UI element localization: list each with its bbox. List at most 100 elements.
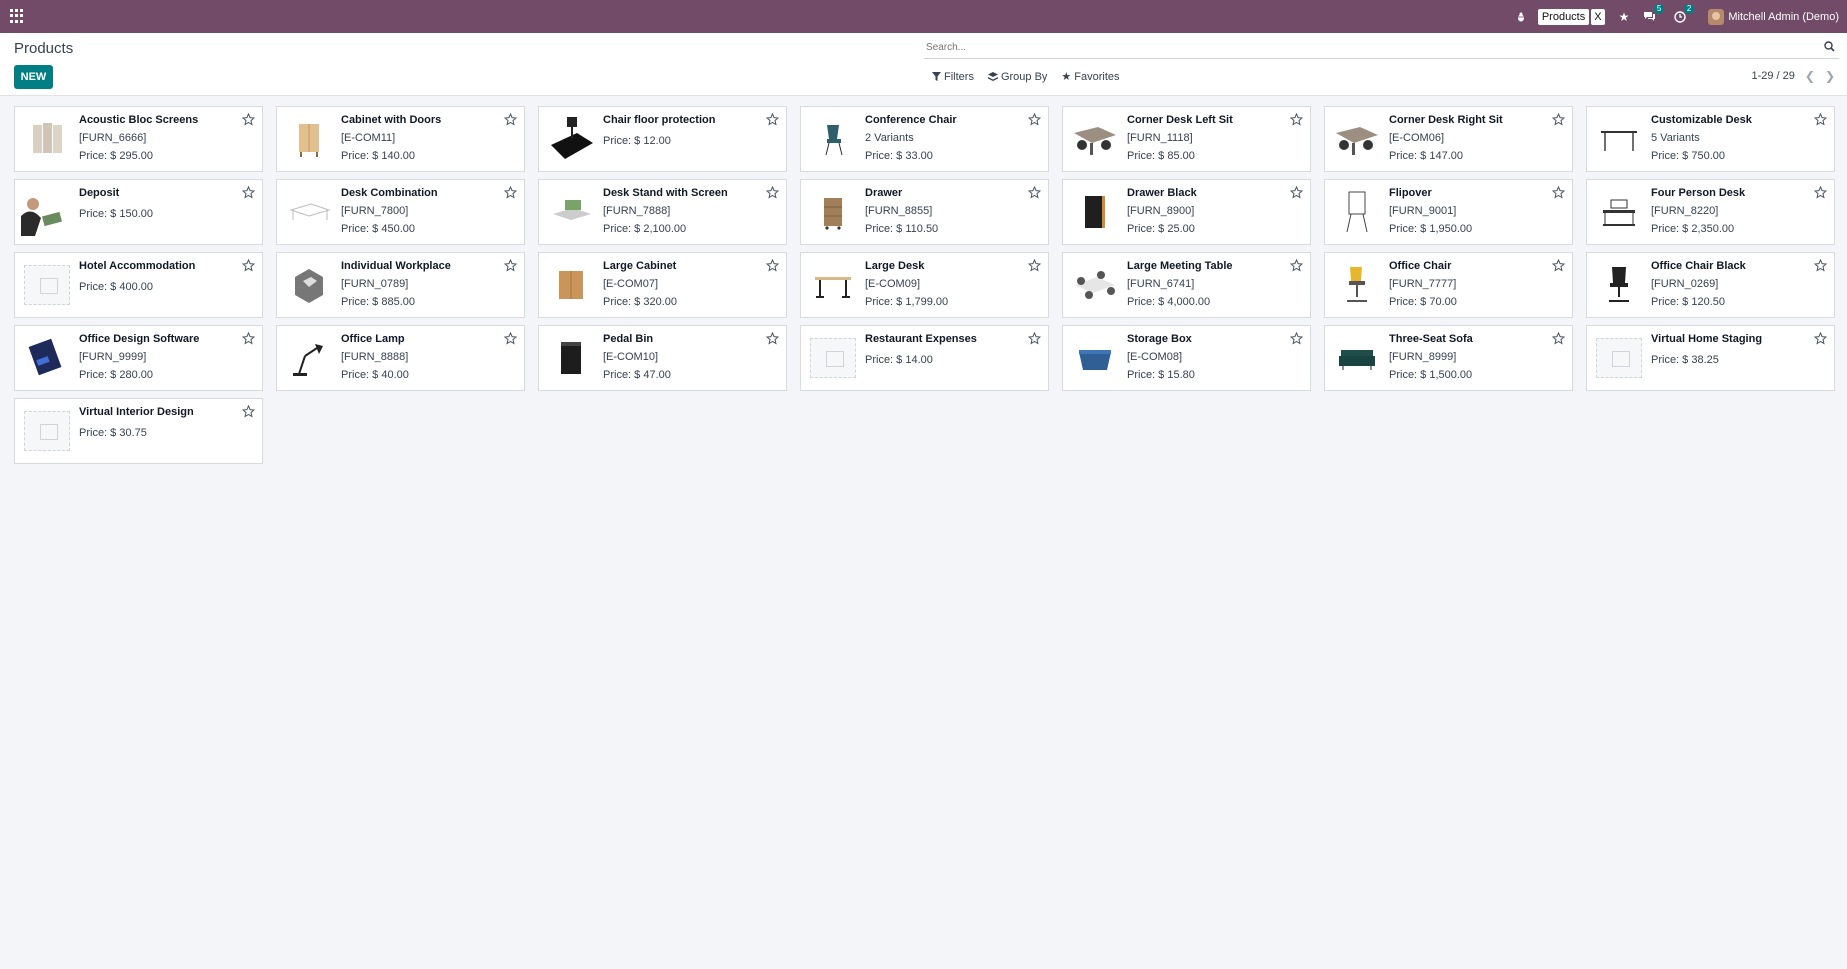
product-card[interactable]: Corner Desk Right Sit [E-COM06] Price: $ 1… [1324, 106, 1573, 172]
favorite-star-icon[interactable] [766, 259, 779, 272]
products-pill[interactable]: Products X [1537, 8, 1605, 25]
debug-icon[interactable] [1516, 12, 1526, 22]
product-card[interactable]: Large Desk [E-COM09] Price: $ 1,799.00 [800, 252, 1049, 318]
product-card[interactable]: Deposit Price: $ 150.00 [14, 179, 263, 245]
product-name: Virtual Interior Design [79, 406, 194, 418]
product-price: Price: $ 15.80 [1127, 369, 1195, 381]
favorite-star-icon[interactable] [1552, 113, 1565, 126]
new-button[interactable]: NEW [14, 65, 53, 89]
search-input[interactable] [924, 37, 1804, 57]
pager-value[interactable]: 1-29 / 29 [1751, 70, 1794, 82]
product-card[interactable]: Desk Stand with Screen [FURN_7888] Price: … [538, 179, 787, 245]
favorite-star-icon[interactable] [1290, 259, 1303, 272]
product-reference: [FURN_9001] [1389, 205, 1457, 217]
product-card[interactable]: Customizable Desk 5 Variants Price: $ 750.… [1586, 106, 1835, 172]
product-card[interactable]: Drawer [FURN_8855] Price: $ 110.50 [800, 179, 1049, 245]
product-price: Price: $ 750.00 [1651, 150, 1725, 162]
group-by-button[interactable]: Group By [987, 70, 1047, 83]
favorite-star-icon[interactable] [1028, 186, 1041, 199]
product-card[interactable]: Restaurant Expenses Price: $ 14.00 [800, 325, 1049, 391]
favorite-star-icon[interactable] [242, 186, 255, 199]
favorite-star-icon[interactable] [1814, 332, 1827, 345]
product-card[interactable]: Hotel Accommodation Price: $ 400.00 [14, 252, 263, 318]
product-card[interactable]: Chair floor protection Price: $ 12.00 [538, 106, 787, 172]
favorite-star-icon[interactable] [1814, 186, 1827, 199]
product-name: Virtual Home Staging [1651, 333, 1763, 345]
favorite-star-icon[interactable] [1552, 186, 1565, 199]
product-reference: [E-COM11] [341, 132, 396, 144]
product-card[interactable]: Large Cabinet [E-COM07] Price: $ 320.00 [538, 252, 787, 318]
product-card[interactable]: Conference Chair 2 Variants Price: $ 33.00 [800, 106, 1049, 172]
placeholder-image-icon [807, 332, 859, 384]
product-card[interactable]: Pedal Bin [E-COM10] Price: $ 47.00 [538, 325, 787, 391]
favorite-star-icon[interactable] [242, 405, 255, 418]
product-card[interactable]: Storage Box [E-COM08] Price: $ 15.80 [1062, 325, 1311, 391]
favorite-star-icon[interactable] [1290, 332, 1303, 345]
product-info: Individual Workplace [FURN_0789] Price: $ … [341, 260, 496, 309]
product-reference: [FURN_7777] [1389, 278, 1457, 290]
chevron-right-icon[interactable]: ❯ [1825, 69, 1835, 83]
user-menu[interactable]: Mitchell Admin (Demo) [1708, 8, 1839, 25]
product-price: Price: $ 1,500.00 [1389, 369, 1473, 381]
products-pill-label[interactable]: Products [1537, 8, 1590, 25]
favorite-star-icon[interactable] [1552, 332, 1565, 345]
favorite-star-icon[interactable] [1814, 113, 1827, 126]
favorite-star-icon[interactable] [1028, 113, 1041, 126]
favorite-star-icon[interactable] [1814, 259, 1827, 272]
favorite-star-icon[interactable] [242, 332, 255, 345]
chat-icon[interactable]: 5 [1643, 4, 1665, 22]
chevron-left-icon[interactable]: ❮ [1805, 69, 1815, 83]
search-icon[interactable] [1824, 41, 1835, 52]
favorite-star-icon[interactable] [504, 186, 517, 199]
product-card[interactable]: Virtual Home Staging Price: $ 38.25 [1586, 325, 1835, 391]
favorite-star-icon[interactable] [766, 332, 779, 345]
favorites-button[interactable]: ★ Favorites [1061, 70, 1119, 84]
favorite-star-icon[interactable] [1290, 186, 1303, 199]
product-card[interactable]: Desk Combination [FURN_7800] Price: $ 450.… [276, 179, 525, 245]
favorite-star-icon[interactable] [504, 113, 517, 126]
product-reference: [FURN_1118] [1127, 132, 1193, 144]
favorite-star-icon[interactable] [242, 259, 255, 272]
favorite-star-icon[interactable] [1028, 259, 1041, 272]
product-name: Corner Desk Right Sit [1389, 114, 1503, 126]
filters-button[interactable]: Filters [932, 70, 974, 83]
favorite-star-icon[interactable] [504, 332, 517, 345]
product-price: Price: $ 885.00 [341, 296, 415, 308]
product-card[interactable]: Large Meeting Table [FURN_6741] Price: $ 4… [1062, 252, 1311, 318]
product-card[interactable]: Office Lamp [FURN_8888] Price: $ 40.00 [276, 325, 525, 391]
product-name: Acoustic Bloc Screens [79, 114, 199, 126]
storage-box-icon [1069, 332, 1121, 384]
favorite-star-icon[interactable] [1028, 332, 1041, 345]
product-card[interactable]: Individual Workplace [FURN_0789] Price: $ … [276, 252, 525, 318]
product-card[interactable]: Acoustic Bloc Screens [FURN_6666] Price: $… [14, 106, 263, 172]
product-card[interactable]: Office Chair Black [FURN_0269] Price: $ 12… [1586, 252, 1835, 318]
activity-clock-icon[interactable]: 2 [1674, 3, 1695, 23]
close-pill-button[interactable]: X [1591, 8, 1605, 25]
chair-icon [807, 113, 859, 165]
product-card[interactable]: Corner Desk Left Sit [FURN_1118] Price: $ … [1062, 106, 1311, 172]
product-card[interactable]: Office Chair [FURN_7777] Price: $ 70.00 [1324, 252, 1573, 318]
product-name: Office Design Software [79, 333, 200, 345]
product-card[interactable]: Flipover [FURN_9001] Price: $ 1,950.00 [1324, 179, 1573, 245]
product-card[interactable]: Drawer Black [FURN_8900] Price: $ 25.00 [1062, 179, 1311, 245]
product-card[interactable]: Three-Seat Sofa [FURN_8999] Price: $ 1,500… [1324, 325, 1573, 391]
product-price: Price: $ 70.00 [1389, 296, 1457, 308]
corner-desk-icon [1331, 113, 1383, 165]
product-reference: [FURN_7888] [603, 205, 671, 217]
favorite-star-icon[interactable] [1290, 113, 1303, 126]
product-price: Price: $ 40.00 [341, 369, 409, 381]
product-card[interactable]: Office Design Software [FURN_9999] Price: … [14, 325, 263, 391]
favorite-star-icon[interactable] [242, 113, 255, 126]
large-desk-icon [807, 259, 859, 311]
product-card[interactable]: Four Person Desk [FURN_8220] Price: $ 2,35… [1586, 179, 1835, 245]
favorite-star-icon[interactable] [766, 113, 779, 126]
product-card[interactable]: Virtual Interior Design Price: $ 30.75 [14, 398, 263, 464]
apps-menu-icon[interactable] [10, 9, 24, 23]
favorite-star-icon[interactable] [766, 186, 779, 199]
office-chair-black-icon [1593, 259, 1645, 311]
star-icon[interactable]: ★ [1619, 10, 1630, 24]
favorite-star-icon[interactable] [1552, 259, 1565, 272]
product-reference: [FURN_8999] [1389, 351, 1457, 363]
favorite-star-icon[interactable] [504, 259, 517, 272]
product-card[interactable]: Cabinet with Doors [E-COM11] Price: $ 140.… [276, 106, 525, 172]
